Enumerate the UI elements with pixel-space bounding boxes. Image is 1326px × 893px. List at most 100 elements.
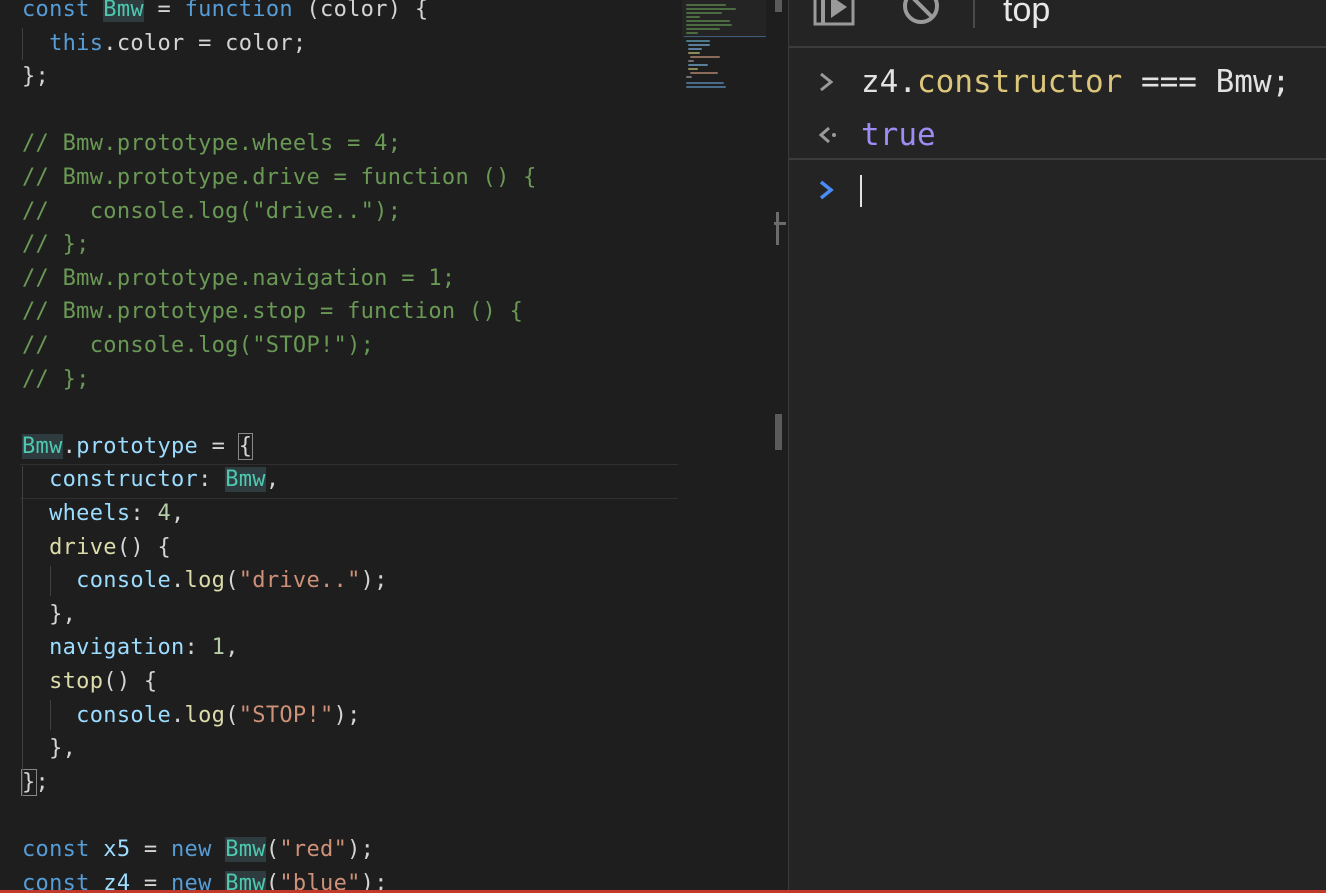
code-token: Bmw (103, 0, 144, 22)
code-token: : (198, 467, 226, 493)
code-token: (color) { (292, 0, 429, 22)
code-token: "drive.." (238, 568, 361, 594)
code-token: // }; (22, 366, 90, 392)
code-token: Bmw (225, 467, 266, 493)
code-token: const (22, 0, 104, 22)
text-caret (860, 175, 862, 207)
code-token: function (184, 0, 293, 22)
code-token: log (184, 702, 226, 728)
code-line[interactable]: // Bmw.prototype.wheels = 4; (22, 127, 401, 161)
code-line[interactable]: const x5 = new Bmw("red"); (22, 833, 374, 867)
code-token: ); (347, 837, 375, 862)
code-line[interactable]: stop() { (22, 665, 157, 699)
code-token: Bmw (22, 433, 63, 459)
code-token: = (130, 837, 172, 862)
code-token: }; (22, 64, 50, 90)
code-line[interactable]: }; (21, 766, 50, 800)
code-token: // console.log("STOP!"); (22, 333, 375, 358)
code-token: // Bmw.prototype.wheels = 4; (22, 131, 402, 157)
prompt-chevron-icon (819, 180, 834, 200)
code-token: x5 (103, 837, 131, 862)
code-line[interactable]: // Bmw.prototype.stop = function () { (22, 295, 523, 329)
code-line[interactable]: console.log("drive.."); (22, 564, 388, 598)
overview-ruler-mark (776, 212, 779, 245)
console-toolbar: top (789, 0, 1326, 48)
code-line[interactable]: constructor: Bmw, (22, 463, 279, 497)
code-token: this (22, 30, 104, 56)
indent-guide (50, 700, 51, 730)
code-token: drive (22, 534, 117, 560)
code-token: new (171, 837, 226, 862)
toolbar-separator (973, 0, 975, 28)
code-line[interactable]: }, (22, 732, 76, 766)
code-token: "red" (279, 837, 348, 862)
code-token: , (171, 501, 185, 526)
indent-guide (22, 28, 23, 60)
code-line[interactable]: // console.log("drive.."); (22, 195, 401, 229)
code-token: prototype (76, 433, 199, 459)
code-line[interactable]: }; (22, 60, 49, 94)
code-token: . (171, 702, 185, 728)
code-token: ); (360, 568, 388, 594)
code-token: navigation (22, 635, 185, 661)
devtools-console[interactable]: top z4.constructor === Bmw; true (789, 0, 1326, 893)
code-line[interactable]: const Bmw = function (color) { (22, 0, 428, 27)
overview-ruler-mark (774, 222, 786, 225)
chevron-right-icon (820, 72, 834, 92)
minimap-slider[interactable] (682, 0, 766, 38)
code-token: : (184, 635, 212, 661)
code-token: }, (22, 601, 77, 627)
code-line[interactable]: // console.log("STOP!"); (22, 329, 374, 363)
code-line[interactable]: Bmw.prototype = { (22, 430, 254, 464)
play-icon[interactable] (813, 0, 855, 26)
code-token: = (143, 0, 185, 22)
code-line[interactable]: drive() { (22, 531, 171, 565)
code-token: ( (225, 702, 239, 728)
clear-console-icon[interactable] (901, 0, 941, 26)
console-input-text: z4.constructor === Bmw; (861, 64, 1291, 100)
code-line[interactable]: // }; (22, 228, 90, 262)
code-line[interactable]: console.log("STOP!"); (22, 699, 361, 733)
console-prompt[interactable] (789, 164, 1326, 218)
code-token: log (184, 568, 226, 594)
code-line[interactable]: // }; (22, 363, 90, 397)
code-token: // Bmw.prototype.stop = function () { (22, 299, 524, 325)
code-token: // Bmw.prototype.navigation = 1; (22, 265, 456, 291)
code-token: : (130, 501, 158, 526)
code-token: , (265, 467, 280, 493)
code-line[interactable]: wheels: 4, (22, 497, 185, 531)
code-token: () { (116, 534, 172, 560)
code-token: wheels (22, 501, 131, 526)
code-token: , (225, 635, 239, 661)
code-editor[interactable]: const Bmw = function (color) { this.colo… (0, 0, 766, 893)
return-arrow-icon (818, 126, 836, 144)
code-line[interactable]: navigation: 1, (22, 631, 239, 665)
code-token: ); (333, 702, 361, 728)
code-token: }, (22, 736, 77, 762)
editor-scrollbar-thumb[interactable] (775, 414, 782, 450)
code-token: .color = color; (103, 30, 307, 56)
console-result-entry: true (789, 108, 1326, 160)
code-token: } (21, 768, 37, 796)
code-token: // }; (22, 232, 90, 258)
code-token: 4 (157, 501, 172, 526)
code-token: const (22, 837, 104, 862)
editor-scrollbar-top[interactable] (775, 0, 782, 12)
code-token: constructor (22, 467, 199, 493)
console-result-value: true (861, 117, 936, 153)
context-selector[interactable]: top (1003, 0, 1050, 30)
code-line[interactable]: this.color = color; (22, 27, 306, 61)
code-token: . (171, 568, 185, 594)
code-line[interactable]: // Bmw.prototype.navigation = 1; (22, 262, 455, 296)
code-token: "STOP!" (238, 702, 334, 728)
code-token: { (237, 432, 254, 460)
code-token: ; (35, 769, 50, 795)
code-line[interactable]: }, (22, 598, 76, 632)
code-token: // Bmw.prototype.drive = function () { (22, 165, 537, 190)
code-token: // console.log("drive.."); (22, 198, 402, 224)
code-line[interactable]: // Bmw.prototype.drive = function () { (22, 161, 537, 195)
code-token: console (22, 702, 171, 728)
code-token: 1 (211, 635, 226, 661)
code-token: ( (265, 837, 280, 862)
code-token: . (62, 433, 77, 459)
